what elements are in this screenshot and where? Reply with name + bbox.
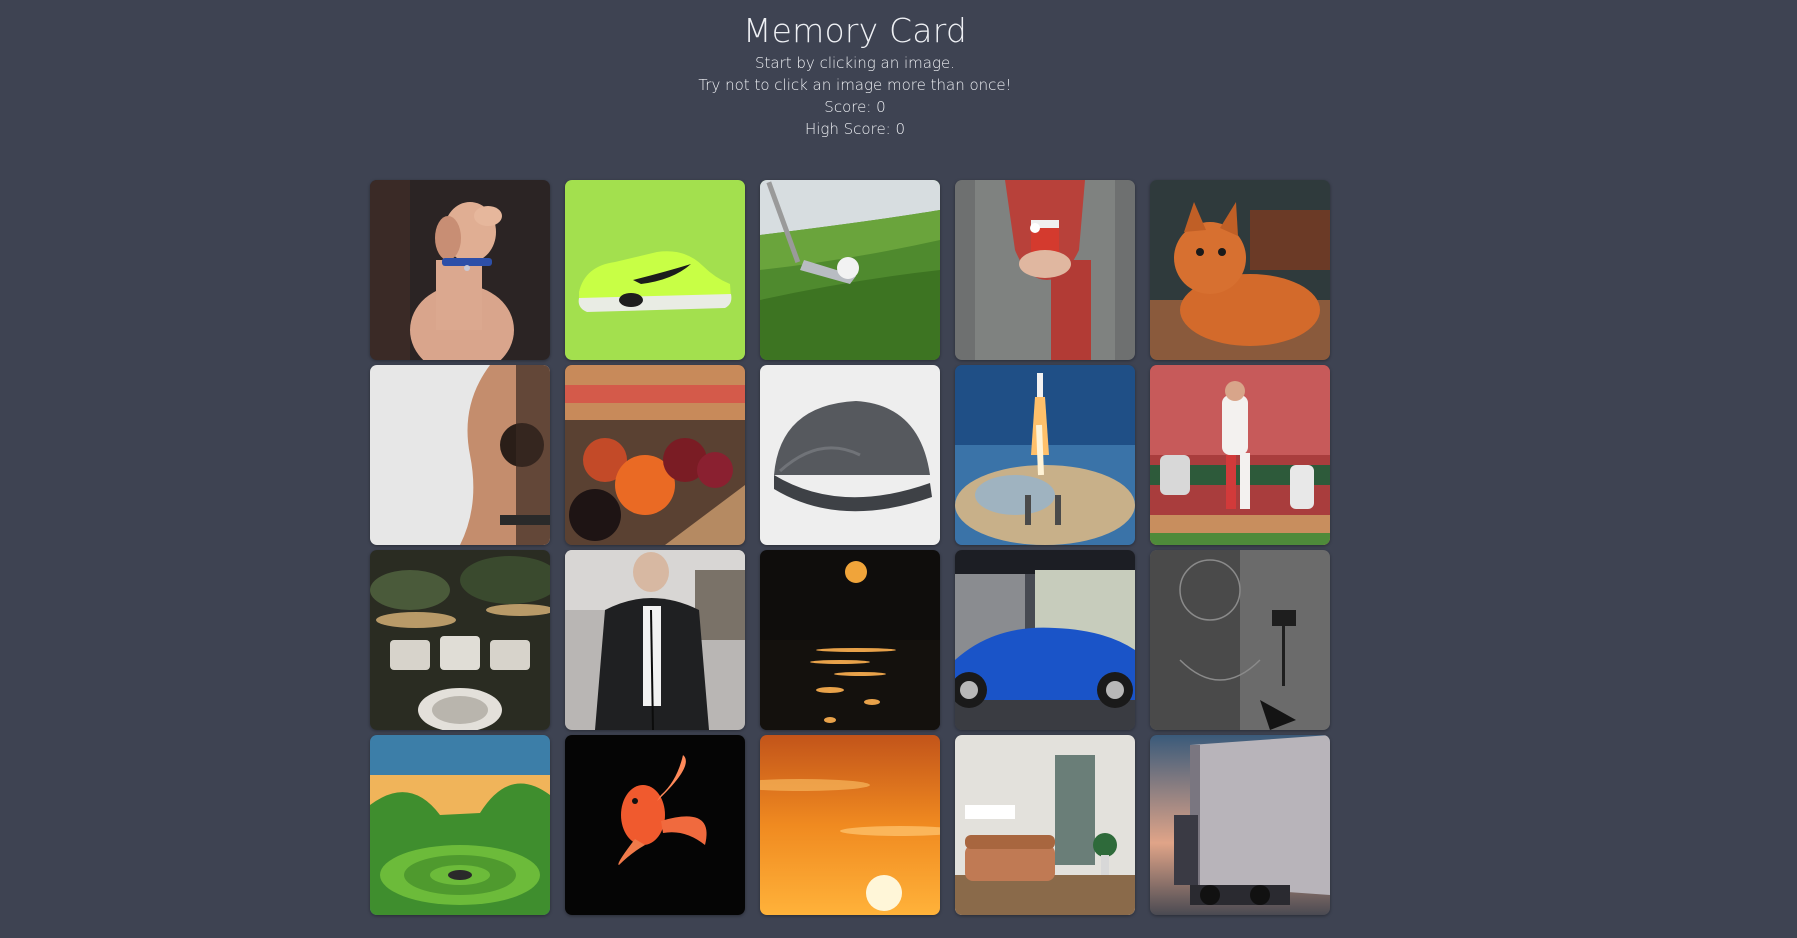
card-guitar[interactable] — [370, 365, 550, 545]
card-basketball-court[interactable] — [1150, 550, 1330, 730]
jacket-image — [565, 550, 745, 730]
basketball-court-image — [1150, 550, 1330, 730]
living-room-image — [955, 735, 1135, 915]
card-sneaker[interactable] — [565, 180, 745, 360]
scarf-coffee-image — [955, 180, 1135, 360]
rocket-image — [955, 365, 1135, 545]
high-score-text: High Score: 0 — [804, 120, 906, 138]
green-valley-image — [370, 735, 550, 915]
card-cap[interactable] — [760, 365, 940, 545]
blue-car-image — [955, 550, 1135, 730]
moon-sea-image — [760, 550, 940, 730]
card-blue-car[interactable] — [955, 550, 1135, 730]
page-title: Memory Card — [742, 11, 968, 50]
card-drums[interactable] — [370, 550, 550, 730]
card-dog[interactable] — [370, 180, 550, 360]
instruction-start: Start by clicking an image. — [755, 54, 955, 72]
header: Memory Card Start by clicking an image. … — [0, 0, 1710, 140]
card-grid — [370, 180, 1330, 915]
card-moon-sea[interactable] — [760, 550, 940, 730]
card-goldfish[interactable] — [565, 735, 745, 915]
score-text: Score: 0 — [824, 98, 886, 116]
baseball-image — [1150, 365, 1330, 545]
goldfish-image — [565, 735, 745, 915]
guitar-image — [370, 365, 550, 545]
dog-image — [370, 180, 550, 360]
card-cat[interactable] — [1150, 180, 1330, 360]
instruction-rule: Try not to click an image more than once… — [698, 76, 1012, 94]
card-truck[interactable] — [1150, 735, 1330, 915]
card-scarf-coffee[interactable] — [955, 180, 1135, 360]
card-rocket[interactable] — [955, 365, 1135, 545]
card-living-room[interactable] — [955, 735, 1135, 915]
card-baseball[interactable] — [1150, 365, 1330, 545]
cat-image — [1150, 180, 1330, 360]
card-sunset[interactable] — [760, 735, 940, 915]
card-bowling-balls[interactable] — [565, 365, 745, 545]
cap-image — [760, 365, 940, 545]
drums-image — [370, 550, 550, 730]
card-green-valley[interactable] — [370, 735, 550, 915]
truck-image — [1150, 735, 1330, 915]
bowling-balls-image — [565, 365, 745, 545]
golf-image — [760, 180, 940, 360]
card-golf[interactable] — [760, 180, 940, 360]
sunset-image — [760, 735, 940, 915]
sneaker-image — [565, 180, 745, 360]
card-jacket[interactable] — [565, 550, 745, 730]
